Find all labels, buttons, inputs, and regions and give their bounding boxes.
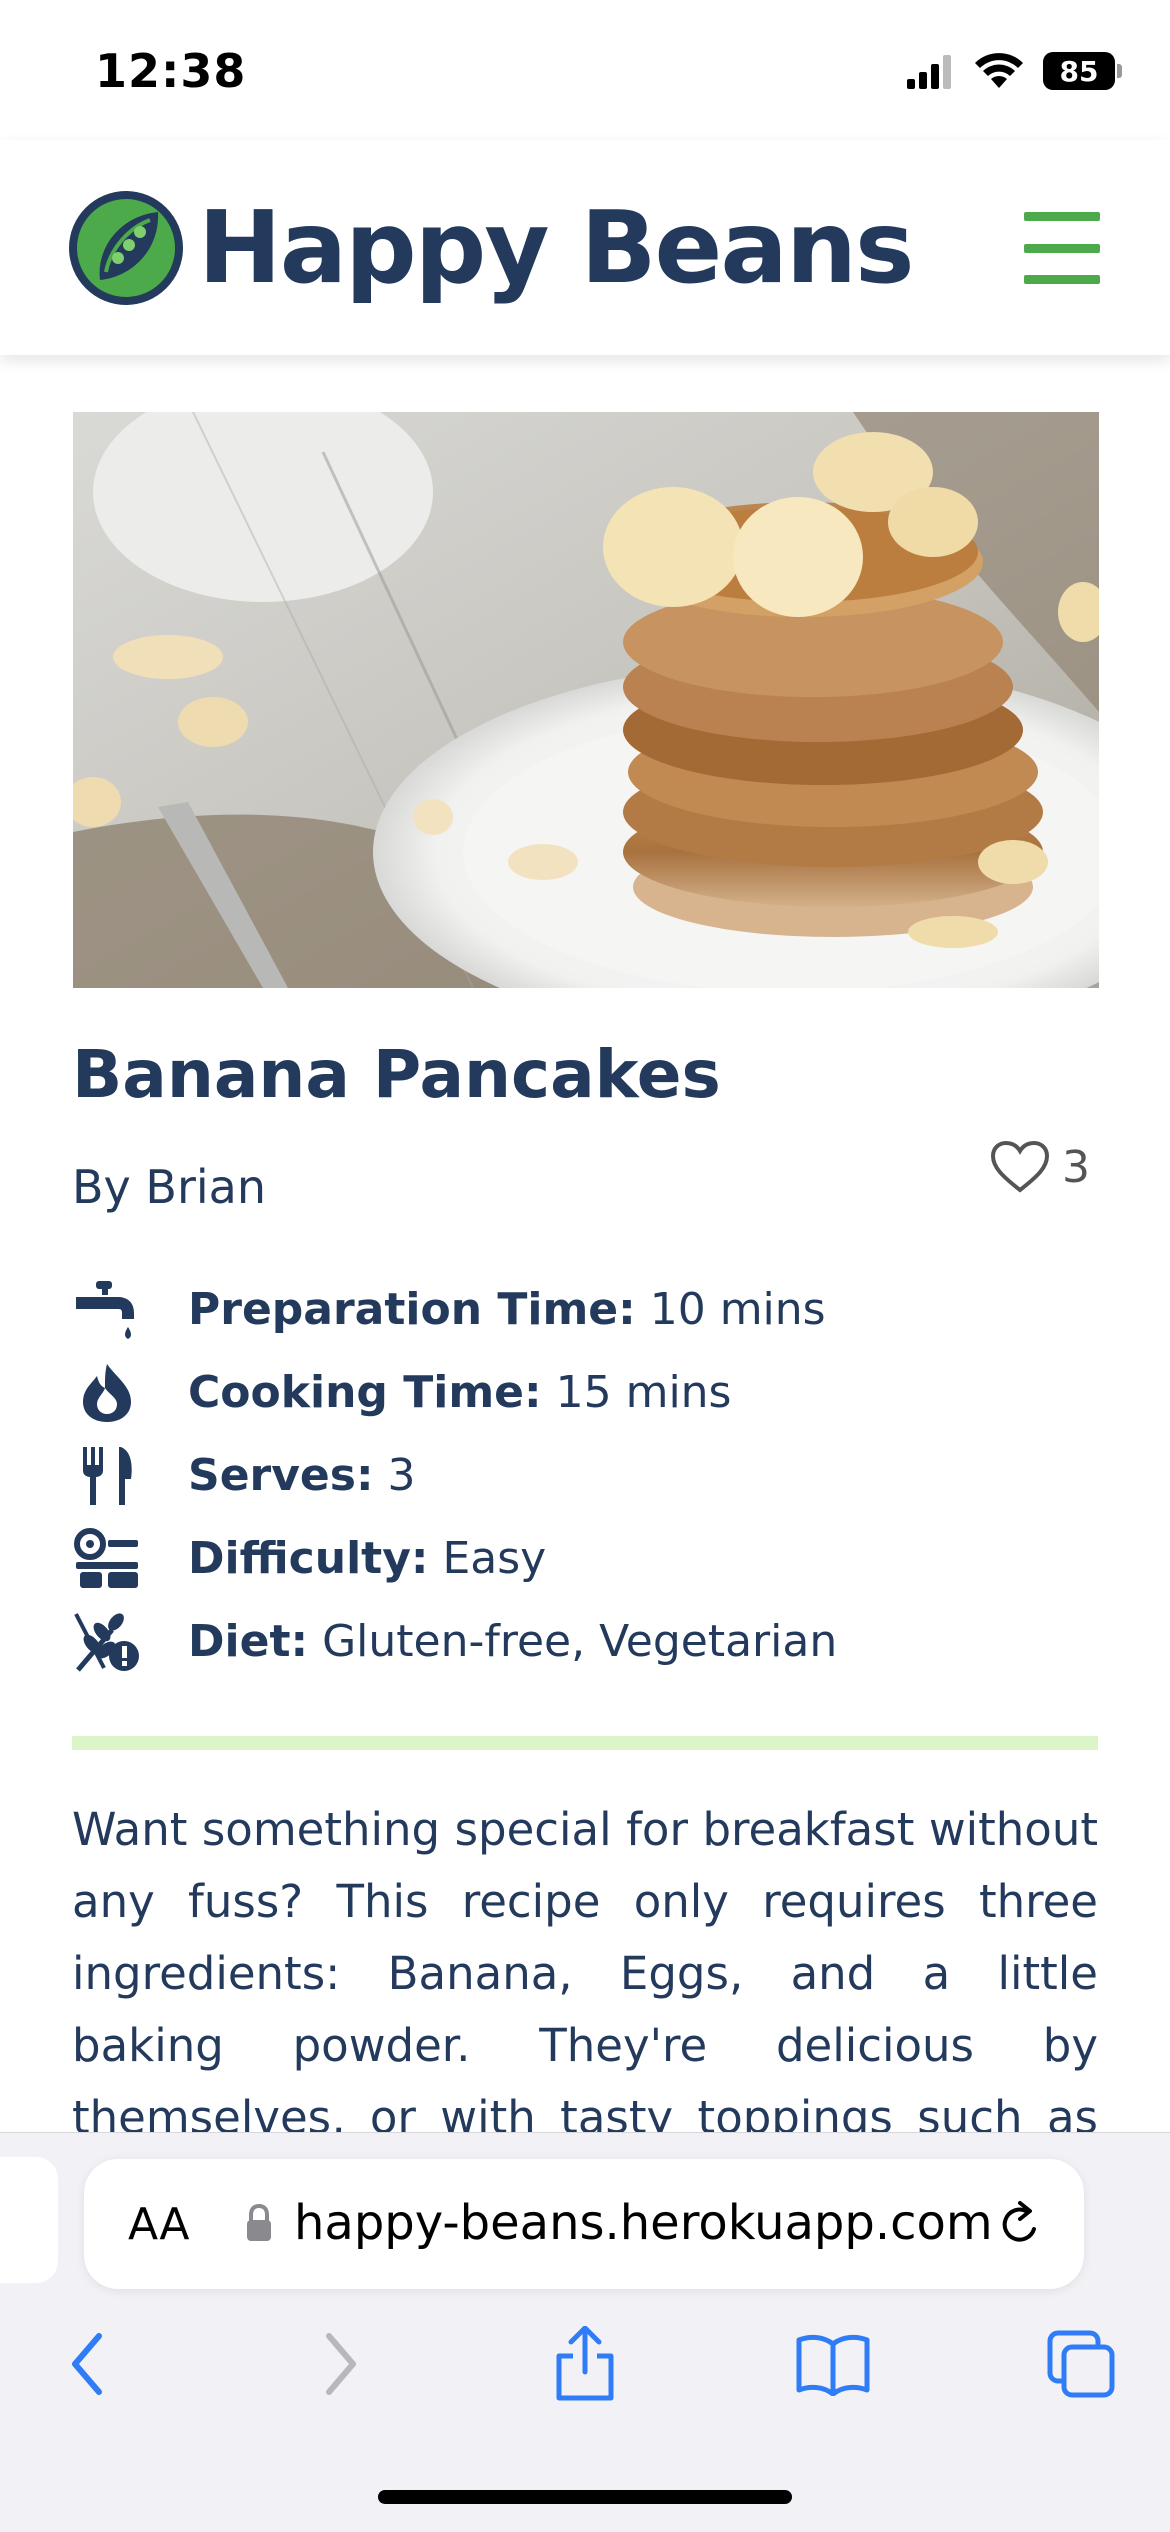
- difficulty-icon: [74, 1527, 138, 1588]
- meta-value: Gluten-free, Vegetarian: [308, 1616, 838, 1667]
- browser-bottom-bar: AA happy-beans.herokuapp.com: [0, 2132, 1170, 2532]
- text-size-button[interactable]: AA: [128, 2199, 189, 2250]
- share-icon: [556, 2326, 614, 2401]
- meta-preparation-time: Preparation Time: 10 mins: [72, 1268, 1102, 1351]
- pancake-stack-photo: [73, 412, 1099, 988]
- recipe-hero-image: [73, 412, 1099, 988]
- menu-bar: [1024, 243, 1100, 253]
- address-bar[interactable]: AA happy-beans.herokuapp.com: [84, 2159, 1084, 2289]
- forward-button[interactable]: [296, 2319, 386, 2409]
- tabs-icon: [1047, 2330, 1115, 2398]
- tap-icon: [76, 1280, 134, 1339]
- status-icons: 85: [905, 52, 1122, 90]
- battery-icon: 85: [1043, 52, 1122, 90]
- wifi-icon: [975, 53, 1023, 88]
- meta-label: Serves:: [188, 1450, 374, 1501]
- recipe-meta-list: Preparation Time: 10 mins Cooking Time: …: [72, 1268, 1102, 1683]
- meta-value: 3: [373, 1450, 416, 1501]
- browser-toolbar: [0, 2319, 1170, 2409]
- meta-label: Difficulty:: [188, 1533, 429, 1584]
- url-text: happy-beans.herokuapp.com: [294, 2195, 993, 2251]
- meta-value: 10 mins: [635, 1284, 826, 1335]
- recipe-title: Banana Pancakes: [72, 1036, 721, 1113]
- recipe-author: By Brian: [72, 1160, 266, 1214]
- like-count: 3: [1062, 1141, 1090, 1193]
- bookmarks-button[interactable]: [788, 2319, 878, 2409]
- meta-label: Cooking Time:: [188, 1367, 542, 1418]
- book-icon: [796, 2334, 870, 2396]
- menu-bar: [1024, 275, 1100, 284]
- meta-label: Preparation Time:: [188, 1284, 636, 1335]
- heart-icon: [990, 1140, 1050, 1193]
- meta-difficulty: Difficulty: Easy: [72, 1517, 1102, 1600]
- cellular-signal-icon: [907, 55, 951, 89]
- section-divider: [72, 1736, 1098, 1750]
- menu-bar: [1024, 212, 1100, 221]
- meta-value: Easy: [428, 1533, 547, 1584]
- brand-name: Happy Beans: [198, 189, 915, 306]
- chevron-left-icon: [72, 2333, 102, 2395]
- hamburger-menu-button[interactable]: [1024, 212, 1100, 284]
- recipe-description: Want something special for breakfast wit…: [72, 1803, 1098, 2134]
- meta-cooking-time: Cooking Time: 15 mins: [72, 1351, 1102, 1434]
- status-bar: 12:38 85: [0, 0, 1170, 140]
- status-time: 12:38: [95, 44, 247, 98]
- brand-logo[interactable]: Happy Beans: [66, 188, 915, 308]
- site-header: Happy Beans: [0, 140, 1170, 355]
- meta-label: Diet:: [188, 1616, 309, 1667]
- meta-diet: Diet: Gluten-free, Vegetarian: [72, 1600, 1102, 1683]
- pea-pod-logo-icon: [69, 191, 183, 305]
- home-indicator: [378, 2490, 792, 2504]
- tabs-button[interactable]: [1036, 2319, 1126, 2409]
- meta-serves: Serves: 3: [72, 1434, 1102, 1517]
- chevron-right-icon: [326, 2333, 356, 2395]
- meta-value: 15 mins: [541, 1367, 732, 1418]
- lock-icon: [247, 2203, 271, 2241]
- diet-icon: [74, 1612, 139, 1672]
- like-button[interactable]: 3: [990, 1140, 1090, 1194]
- previous-tab-preview[interactable]: [0, 2157, 58, 2283]
- flame-icon: [83, 1363, 131, 1422]
- back-button[interactable]: [42, 2319, 132, 2409]
- utensils-icon: [83, 1446, 132, 1505]
- reload-icon[interactable]: [996, 2199, 1044, 2249]
- share-button[interactable]: [540, 2319, 630, 2409]
